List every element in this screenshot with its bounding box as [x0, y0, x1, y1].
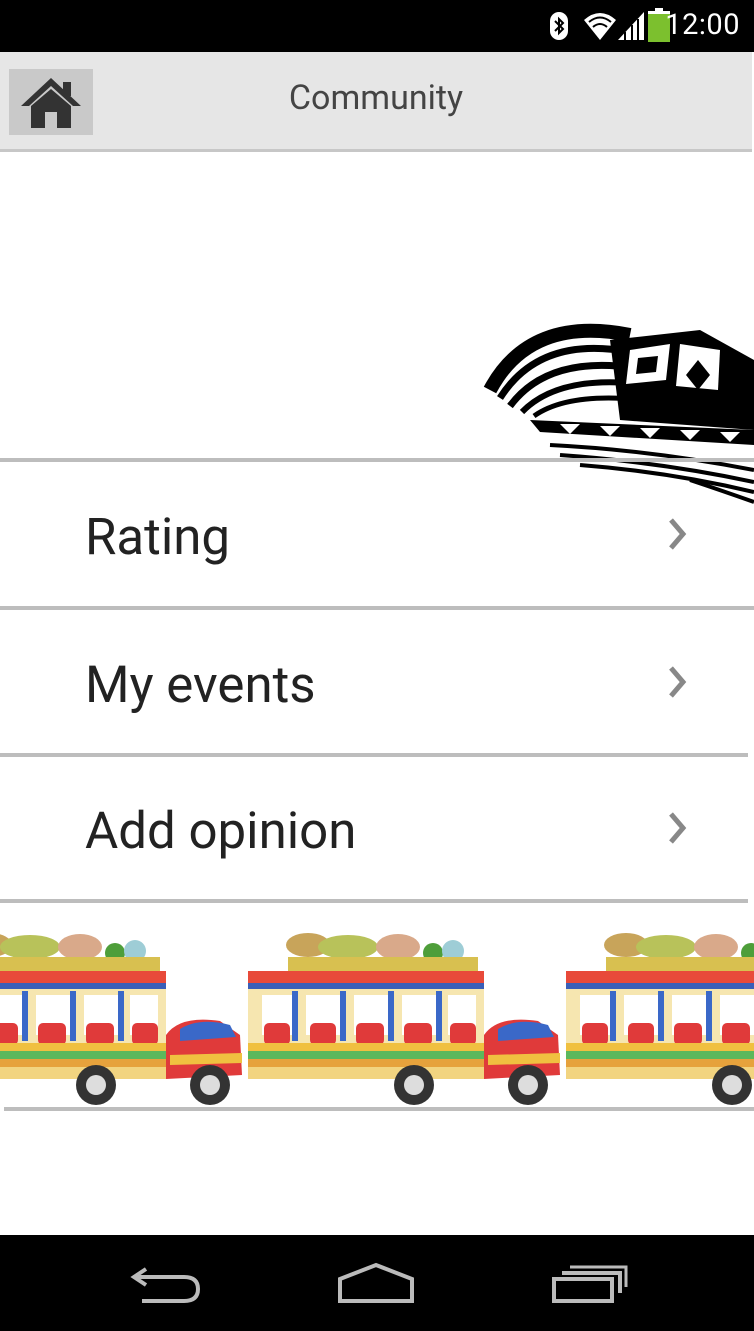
menu-item-rating[interactable]: Rating: [0, 464, 754, 604]
page-title: Community: [288, 78, 464, 118]
home-nav-icon[interactable]: [336, 1257, 416, 1307]
signal-icon: [618, 12, 644, 40]
divider: [0, 458, 754, 462]
chevron-right-icon: [669, 812, 687, 844]
action-bar: Community: [0, 52, 752, 152]
wifi-icon: [584, 13, 616, 40]
chevron-right-icon: [669, 518, 687, 550]
divider: [0, 899, 748, 903]
menu-item-label: Add opinion: [85, 802, 357, 861]
status-bar: 12:00: [0, 0, 754, 52]
chevron-right-icon: [669, 666, 687, 698]
back-icon[interactable]: [128, 1257, 208, 1307]
menu-item-my-events[interactable]: My events: [0, 612, 754, 752]
divider: [0, 606, 754, 610]
navigation-bar: [0, 1235, 754, 1331]
menu-item-add-opinion[interactable]: Add opinion: [0, 758, 754, 898]
chiva-bus-image: [0, 933, 754, 1111]
recent-apps-icon[interactable]: [548, 1257, 628, 1307]
menu-item-label: My events: [85, 656, 316, 715]
menu-item-label: Rating: [85, 508, 231, 567]
bluetooth-icon: [550, 12, 568, 40]
status-time: 12:00: [665, 8, 740, 42]
divider: [0, 753, 748, 757]
